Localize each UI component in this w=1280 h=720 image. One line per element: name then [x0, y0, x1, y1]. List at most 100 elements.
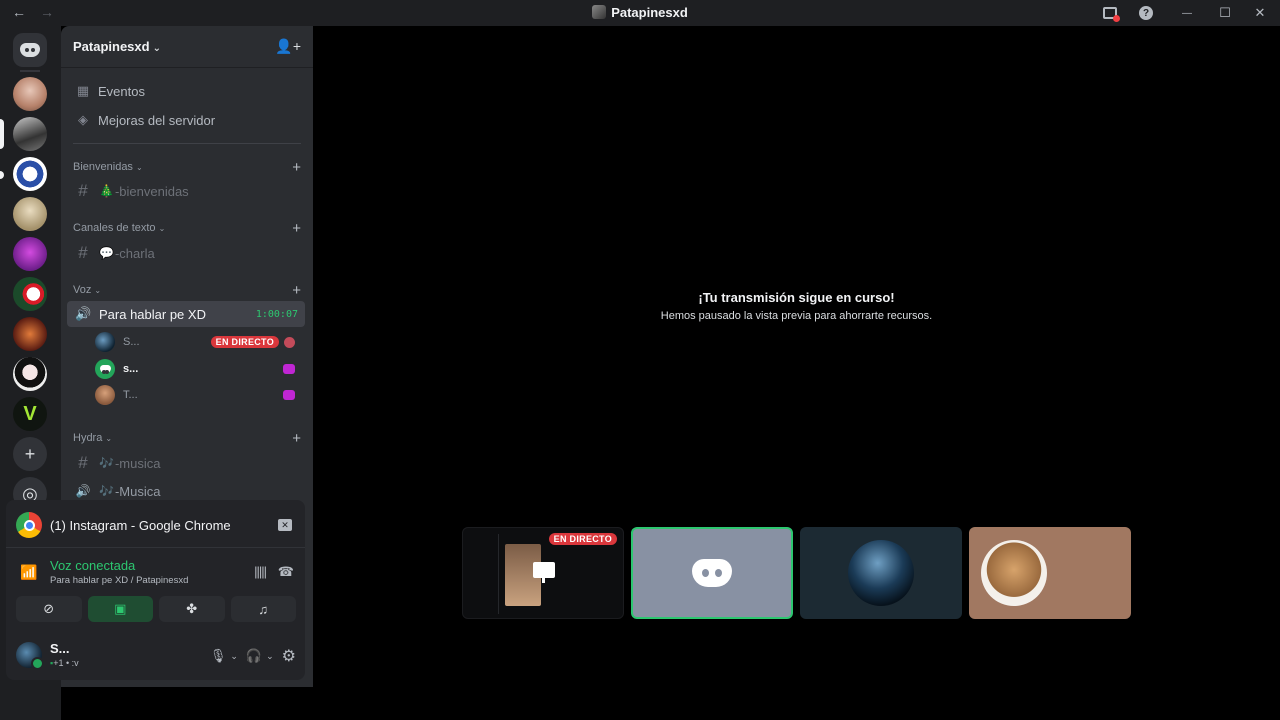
create-channel-icon[interactable]: + [292, 283, 301, 298]
gear-icon[interactable]: ⚙ [282, 646, 296, 666]
stop-stream-icon[interactable]: ✕ [278, 519, 292, 531]
category-bienvenidas[interactable]: Bienvenidas ⌄ + [73, 158, 301, 176]
server-icon-patapinesxd[interactable] [13, 117, 47, 151]
participant-tile[interactable] [800, 527, 962, 619]
server-icon-1[interactable] [13, 77, 47, 111]
noise-suppression-icon[interactable]: ||||| [254, 564, 267, 579]
voice-actions: ⊘ ▣ ✤ ♫ [16, 596, 296, 622]
discord-logo-icon [20, 43, 40, 57]
avatar [95, 385, 115, 405]
share-screen-button[interactable]: ▣ [87, 596, 153, 622]
stream-preview [469, 534, 499, 614]
divider [73, 143, 301, 144]
microphone-icon[interactable]: 🎙 [210, 648, 227, 664]
voice-panel: (1) Instagram - Google Chrome ✕ 📶 Voz co… [6, 500, 305, 680]
create-channel-icon[interactable]: + [292, 160, 301, 175]
activities-button[interactable]: ✤ [159, 596, 225, 622]
live-badge: EN DIRECTO [548, 533, 617, 545]
plus-icon: + [24, 443, 36, 464]
calendar-icon: ▦ [76, 83, 90, 98]
activities-icon: ✤ [186, 601, 198, 616]
create-channel-icon[interactable]: + [292, 221, 301, 236]
unread-indicator [0, 171, 4, 179]
stream-source: (1) Instagram - Google Chrome ✕ [16, 511, 296, 539]
guild-header[interactable]: Patapinesxd ⌄ 👤+ [61, 26, 313, 68]
server-icon-8[interactable] [13, 357, 47, 391]
game-activity-icon [283, 390, 295, 400]
camera-off-icon: ⊘ [43, 601, 55, 616]
discord-logo-icon [99, 365, 111, 374]
channel-musica[interactable]: # 🎶 -musica [67, 450, 305, 476]
user-area: S... ▪+1 • :v 🎙 ⌄ 🎧 ⌄ ⚙ [16, 640, 296, 672]
headphones-icon[interactable]: 🎧 [246, 648, 262, 664]
discord-logo-icon [692, 559, 732, 587]
maximize-button[interactable]: ☐ [1210, 0, 1240, 26]
minimize-button[interactable]: — [1164, 0, 1210, 26]
stream-tile[interactable]: EN DIRECTO [462, 527, 624, 619]
chevron-down-icon: ⌄ [94, 286, 102, 295]
server-avatar-icon [592, 5, 607, 19]
server-icon-4[interactable] [13, 197, 47, 231]
rail-separator [20, 70, 40, 72]
server-icon-6[interactable] [13, 277, 47, 311]
server-icon-5[interactable] [13, 237, 47, 271]
activity-icon [284, 336, 295, 348]
chevron-down-icon: ⌄ [158, 224, 166, 233]
disconnect-icon[interactable]: ☎ [278, 564, 294, 580]
voice-user[interactable]: S... EN DIRECTO [95, 330, 301, 354]
speaker-icon: 🔊 [75, 306, 92, 321]
server-boosts-link[interactable]: ◈ Mejoras del servidor [67, 106, 305, 134]
category-hydra[interactable]: Hydra ⌄ + [73, 429, 301, 447]
avatar[interactable] [16, 642, 44, 670]
hashtag-icon: # [78, 453, 88, 472]
server-icon-3[interactable] [13, 157, 47, 191]
inbox-button[interactable] [1092, 0, 1128, 26]
boost-gem-icon: ◈ [78, 112, 88, 127]
home-button[interactable] [13, 33, 47, 67]
title-bar: ← → Patapinesxd ? — ☐ ✕ [0, 0, 1280, 26]
server-icon-7[interactable] [13, 317, 47, 351]
avatar [95, 332, 115, 352]
soundboard-button[interactable]: ♫ [230, 596, 296, 622]
help-button[interactable]: ? [1128, 0, 1164, 26]
chevron-down-icon: ⌄ [135, 163, 143, 172]
hashtag-icon: # [78, 243, 88, 262]
avatar [95, 359, 115, 379]
paused-title: ¡Tu transmisión sigue en curso! [698, 290, 895, 305]
camera-button[interactable]: ⊘ [16, 596, 82, 622]
inbox-icon [1103, 7, 1120, 22]
chevron-down-icon[interactable]: ⌄ [266, 651, 274, 662]
voice-channel-para-hablar[interactable]: 🔊 Para hablar pe XD 1:00:07 [67, 301, 305, 327]
window-controls: ? — ☐ ✕ [1092, 0, 1280, 26]
create-channel-icon[interactable]: + [292, 431, 301, 446]
chevron-down-icon: ⌄ [152, 43, 161, 54]
invite-people-icon[interactable]: 👤+ [275, 38, 301, 55]
close-button[interactable]: ✕ [1240, 0, 1280, 26]
avatar [981, 540, 1047, 606]
live-badge: EN DIRECTO [210, 336, 279, 348]
voice-user[interactable]: s... [95, 357, 301, 381]
events-link[interactable]: ▦ Eventos [67, 77, 305, 105]
participant-tile[interactable] [631, 527, 793, 619]
category-canales-de-texto[interactable]: Canales de texto ⌄ + [73, 219, 301, 237]
game-activity-icon [283, 364, 295, 374]
stream-stage: ¡Tu transmisión sigue en curso! Hemos pa… [313, 26, 1280, 720]
selected-server-indicator [0, 119, 4, 149]
help-icon: ? [1139, 6, 1153, 20]
channel-charla[interactable]: # 💬 -charla [67, 240, 305, 266]
screen-share-icon: ▣ [114, 601, 127, 616]
avatar [848, 540, 914, 606]
voice-user[interactable]: T... [95, 383, 301, 407]
add-server-button[interactable]: + [13, 437, 47, 471]
chevron-down-icon[interactable]: ⌄ [230, 651, 238, 662]
category-voz[interactable]: Voz ⌄ + [73, 281, 301, 299]
window-title: Patapinesxd [0, 5, 1280, 20]
participant-tile[interactable] [969, 527, 1131, 619]
channel-bienvenidas[interactable]: # 🎄 -bienvenidas [67, 178, 305, 204]
user-controls: 🎙 ⌄ 🎧 ⌄ ⚙ [210, 646, 296, 666]
signal-icon[interactable]: 📶 [20, 564, 37, 581]
hashtag-icon: # [78, 181, 88, 200]
paused-subtitle: Hemos pausado la vista previa para ahorr… [660, 310, 933, 322]
screen-share-icon [533, 562, 555, 583]
server-icon-9[interactable]: V [13, 397, 47, 431]
